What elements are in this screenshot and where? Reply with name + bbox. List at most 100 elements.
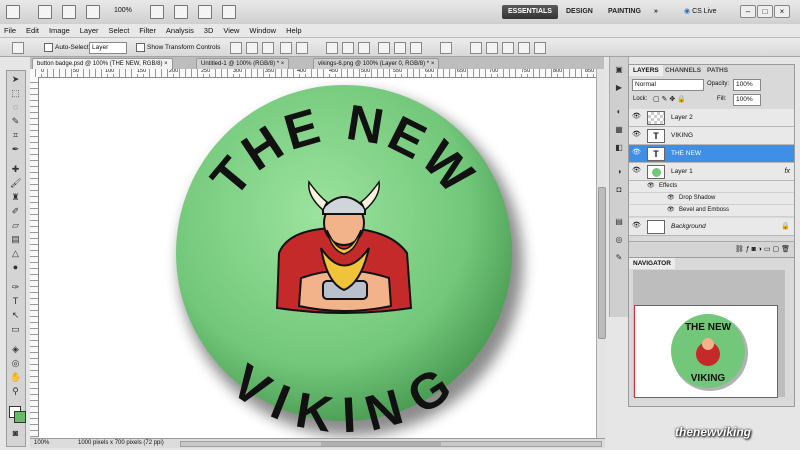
effects-row[interactable]: 👁 Effects (629, 181, 794, 193)
status-zoom[interactable]: 100% (34, 439, 49, 448)
close-tab-icon[interactable]: × (431, 61, 435, 67)
pen-tool-icon[interactable]: ✑ (10, 282, 21, 293)
opacity-input[interactable]: 100% (733, 79, 761, 91)
background-color-swatch[interactable] (14, 411, 26, 423)
tab-layers[interactable]: LAYERS (629, 65, 663, 76)
distribute-top-icon[interactable] (326, 42, 338, 54)
show-transform-checkbox[interactable]: Show Transform Controls (136, 43, 220, 52)
close-tab-icon[interactable]: × (281, 61, 285, 67)
tab-paths[interactable]: PATHS (703, 65, 732, 76)
gradient-tool-icon[interactable]: ▤ (10, 234, 21, 245)
quick-mask-icon[interactable]: ◙ (10, 428, 21, 439)
mini-bridge-icon[interactable] (62, 5, 76, 19)
eye-icon[interactable]: 👁 (667, 205, 675, 216)
move-tool-icon[interactable]: ➤ (10, 74, 21, 85)
effect-row[interactable]: 👁 Bevel and Emboss (629, 205, 794, 217)
path-select-tool-icon[interactable]: ↖ (10, 310, 21, 321)
close-button[interactable]: × (774, 5, 790, 18)
marquee-tool-icon[interactable]: ⬚ (10, 88, 21, 99)
more-workspaces-button[interactable]: » (648, 5, 664, 19)
shape-tool-icon[interactable]: ▭ (10, 324, 21, 335)
distribute-right-icon[interactable] (410, 42, 422, 54)
screen-mode-icon[interactable] (222, 5, 236, 19)
document-canvas[interactable]: THE NEW VIKING (39, 78, 596, 438)
history-panel-icon[interactable]: ▣ (614, 65, 624, 75)
lasso-tool-icon[interactable]: ◌ (10, 102, 21, 113)
bridge-icon[interactable] (38, 5, 52, 19)
minimize-button[interactable]: – (740, 5, 756, 18)
layer-row[interactable]: 👁 T VIKING (629, 127, 794, 145)
layer-row[interactable]: 👁 Layer 2 (629, 109, 794, 127)
menu-window[interactable]: Window (245, 24, 280, 37)
menu-filter[interactable]: Filter (135, 24, 160, 37)
workspace-essentials[interactable]: ESSENTIALS (502, 5, 558, 19)
vertical-scrollbar[interactable] (596, 69, 606, 438)
3d-object-tool-icon[interactable]: ◈ (10, 344, 21, 355)
eye-icon[interactable]: 👁 (632, 222, 642, 230)
brush-tool-icon[interactable]: 🖌 (10, 178, 21, 189)
blur-tool-icon[interactable]: △ (10, 248, 21, 259)
view-extras-icon[interactable] (86, 5, 100, 19)
menu-help[interactable]: Help (282, 24, 305, 37)
align-bottom-icon[interactable] (262, 42, 274, 54)
clone-stamp-tool-icon[interactable]: ♜ (10, 192, 21, 203)
menu-select[interactable]: Select (104, 24, 133, 37)
horizontal-scrollbar[interactable] (180, 441, 602, 447)
channels-panel-icon[interactable]: ◎ (614, 235, 624, 245)
scroll-thumb[interactable] (598, 187, 606, 339)
eye-icon[interactable]: 👁 (632, 113, 642, 121)
styles-panel-icon[interactable]: ◧ (614, 143, 624, 153)
3d-roll-icon[interactable] (486, 42, 498, 54)
blend-mode-select[interactable]: Normal (632, 79, 704, 91)
auto-select-checkbox[interactable]: Auto-Select: (44, 43, 90, 52)
3d-camera-tool-icon[interactable]: ◎ (10, 358, 21, 369)
fill-input[interactable]: 100% (733, 94, 761, 106)
layer-row[interactable]: 👁 Layer 1 fx (629, 163, 794, 181)
menu-file[interactable]: File (0, 24, 20, 37)
3d-scale-icon[interactable] (534, 42, 546, 54)
add-style-icon[interactable]: ƒ (746, 246, 750, 253)
hand-tool-icon[interactable]: ✋ (10, 372, 21, 383)
new-group-icon[interactable]: ▭ (764, 246, 771, 253)
crop-tool-icon[interactable]: ⌗ (10, 130, 21, 141)
workspace-design[interactable]: DESIGN (560, 5, 599, 19)
menu-analysis[interactable]: Analysis (162, 24, 198, 37)
3d-rotate-icon[interactable] (470, 42, 482, 54)
tab-channels[interactable]: CHANNELS (661, 65, 705, 76)
menu-view[interactable]: View (219, 24, 243, 37)
workspace-painting[interactable]: PAINTING (602, 5, 647, 19)
distribute-vcenter-icon[interactable] (342, 42, 354, 54)
link-layers-icon[interactable]: ⛓ (735, 246, 744, 253)
eye-icon[interactable]: 👁 (632, 167, 642, 175)
add-mask-icon[interactable]: ◙ (752, 246, 756, 253)
eye-icon[interactable]: 👁 (632, 149, 642, 157)
align-vcenter-icon[interactable] (246, 42, 258, 54)
quick-select-tool-icon[interactable]: ✎ (10, 116, 21, 127)
healing-brush-tool-icon[interactable]: ✚ (10, 164, 21, 175)
move-tool-preset-icon[interactable] (12, 42, 24, 54)
align-hcenter-icon[interactable] (296, 42, 308, 54)
zoom-tool-icon[interactable]: ⚲ (10, 386, 21, 397)
maximize-button[interactable]: □ (757, 5, 773, 18)
effect-row[interactable]: 👁 Drop Shadow (629, 193, 794, 205)
dodge-tool-icon[interactable]: ● (10, 262, 21, 273)
hand-icon[interactable] (150, 5, 164, 19)
eye-icon[interactable]: 👁 (647, 181, 655, 192)
eraser-tool-icon[interactable]: ▱ (10, 220, 21, 231)
adjustments-panel-icon[interactable]: ◑ (614, 167, 624, 177)
align-top-icon[interactable] (230, 42, 242, 54)
tab-navigator[interactable]: NAVIGATOR (629, 258, 675, 269)
lock-icons[interactable]: ▢ ✎ ✥ 🔒 (653, 95, 686, 103)
3d-slide-icon[interactable] (518, 42, 530, 54)
auto-align-icon[interactable] (440, 42, 452, 54)
paths-panel-icon[interactable]: ✎ (614, 253, 624, 263)
zoom-level[interactable]: 100% (114, 7, 132, 14)
scroll-thumb[interactable] (321, 442, 441, 446)
eye-icon[interactable]: 👁 (667, 193, 675, 204)
eye-icon[interactable]: 👁 (632, 131, 642, 139)
actions-panel-icon[interactable]: ▶ (614, 83, 624, 93)
distribute-hcenter-icon[interactable] (394, 42, 406, 54)
fx-icon[interactable]: fx (785, 163, 790, 180)
adjustment-layer-icon[interactable]: ◑ (758, 246, 762, 253)
history-brush-tool-icon[interactable]: ✐ (10, 206, 21, 217)
